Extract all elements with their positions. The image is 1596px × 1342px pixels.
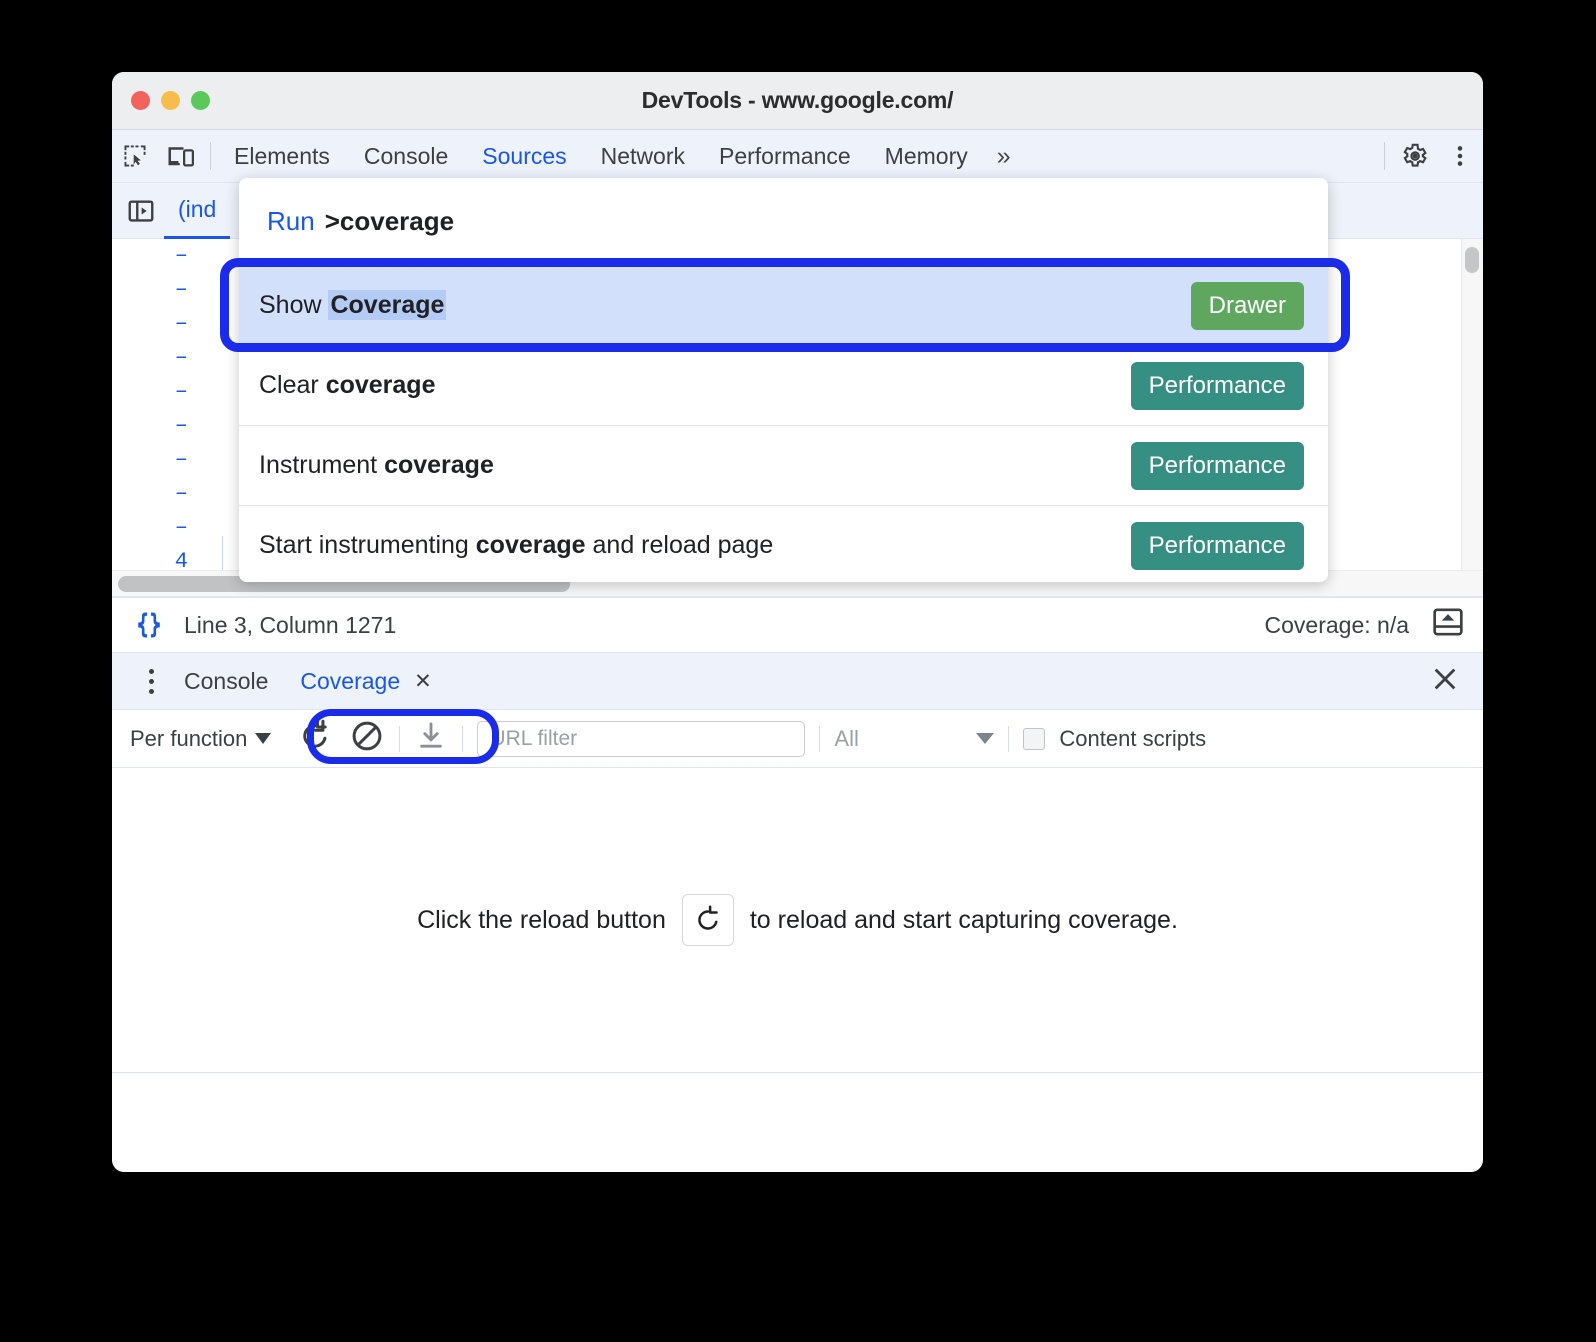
gutter-line: –	[174, 379, 188, 404]
coverage-empty-prefix: Click the reload button	[417, 905, 666, 934]
palette-row-label: Start instrumenting coverage and reload …	[259, 531, 773, 560]
palette-row-prefix: Instrument	[259, 451, 385, 479]
palette-row-match: coverage	[325, 371, 436, 399]
palette-row-match: coverage	[384, 451, 494, 479]
palette-row-match: coverage	[475, 531, 586, 559]
content-scripts-checkbox[interactable]	[1023, 727, 1046, 750]
coverage-empty-state: Click the reload button to reload and st…	[112, 768, 1483, 1073]
coverage-empty-message: Click the reload button to reload and st…	[417, 894, 1178, 946]
close-coverage-tab-icon[interactable]: ✕	[414, 669, 432, 694]
window-title: DevTools - www.google.com/	[641, 87, 954, 113]
gutter-line: –	[174, 413, 188, 438]
devtools-tab-bar: Elements Console Sources Network Perform…	[112, 130, 1483, 183]
screenshot-stage: DevTools - www.google.com/ Elements Cons…	[0, 0, 1596, 1342]
gutter-line: –	[174, 243, 188, 268]
content-scripts-label: Content scripts	[1059, 725, 1207, 751]
palette-row-label: Show Coverage	[259, 290, 447, 320]
status-bar-right: Coverage: n/a	[1265, 605, 1483, 645]
reload-icon[interactable]	[681, 894, 734, 946]
palette-row-prefix: Show	[259, 291, 329, 319]
chevron-down-icon	[976, 733, 995, 744]
coverage-type-filter-dropdown[interactable]: All	[834, 725, 995, 752]
toolbar-divider	[1008, 725, 1010, 752]
coverage-granularity-dropdown[interactable]: Per function	[130, 725, 272, 752]
window-title-bar: DevTools - www.google.com/	[112, 72, 1483, 130]
editor-vertical-scrollbar-track[interactable]	[1461, 239, 1483, 596]
tab-memory[interactable]: Memory	[868, 130, 985, 183]
palette-row-show-coverage[interactable]: Show Coverage Drawer	[239, 265, 1328, 345]
gutter-line: –	[174, 345, 188, 370]
coverage-toolbar: Per function URL filter All Content scri…	[112, 710, 1483, 768]
palette-row-prefix: Start instrumenting	[259, 531, 476, 559]
tab-console[interactable]: Console	[347, 130, 465, 183]
gutter-line: –	[174, 447, 188, 472]
tab-performance[interactable]: Performance	[702, 130, 868, 183]
palette-row-clear-coverage[interactable]: Clear coverage Performance	[239, 345, 1328, 425]
tab-network[interactable]: Network	[584, 130, 702, 183]
drawer-more-options-kebab-icon[interactable]	[134, 668, 168, 694]
editor-gutter: – – – – – – – – – 4 –	[112, 239, 202, 596]
drawer-tab-coverage[interactable]: Coverage ✕	[284, 653, 447, 710]
toolbar-divider	[462, 725, 464, 752]
coverage-export-icon[interactable]	[414, 719, 448, 759]
drawer-tab-coverage-label: Coverage	[300, 667, 401, 694]
coverage-url-filter-input[interactable]	[477, 720, 806, 757]
command-palette[interactable]: Run >coverage Show Coverage Drawer Clear…	[239, 178, 1328, 582]
coverage-clear-all-icon[interactable]	[349, 718, 385, 760]
coverage-status-text: Coverage: n/a	[1264, 611, 1409, 638]
content-scripts-checkbox-row[interactable]: Content scripts	[1023, 726, 1206, 752]
toolbar-divider	[819, 725, 821, 752]
coverage-granularity-label: Per function	[130, 725, 248, 751]
gutter-line: –	[174, 277, 188, 302]
palette-row-match: Coverage	[328, 290, 447, 320]
more-tabs-chevron-icon[interactable]: »	[985, 130, 1020, 183]
palette-row-start-instrumenting-coverage[interactable]: Start instrumenting coverage and reload …	[239, 505, 1328, 582]
chevron-down-icon	[255, 733, 272, 744]
tab-sources[interactable]: Sources	[465, 130, 583, 183]
settings-gear-icon[interactable]	[1391, 135, 1437, 177]
coverage-type-filter-value: All	[834, 725, 859, 751]
command-palette-query[interactable]: >coverage	[325, 206, 454, 237]
palette-row-badge: Performance	[1130, 521, 1304, 570]
close-drawer-icon[interactable]	[1429, 663, 1461, 700]
navigator-panel-icon[interactable]	[118, 190, 164, 232]
palette-row-suffix: and reload page	[585, 531, 774, 559]
palette-row-badge: Performance	[1130, 361, 1304, 410]
editor-vertical-scrollbar-thumb[interactable]	[1465, 247, 1479, 273]
command-palette-mode-label: Run	[267, 206, 315, 236]
toolbar-divider	[1384, 142, 1385, 170]
more-options-kebab-icon[interactable]	[1437, 135, 1483, 177]
device-toolbar-icon[interactable]	[158, 135, 204, 177]
coverage-empty-suffix: to reload and start capturing coverage.	[749, 905, 1178, 934]
palette-row-label: Instrument coverage	[259, 451, 494, 480]
cursor-position-text: Line 3, Column 1271	[184, 611, 397, 638]
inspect-element-icon[interactable]	[112, 135, 158, 177]
curly-braces-icon[interactable]	[132, 608, 166, 642]
gutter-line: –	[174, 481, 188, 506]
palette-row-badge: Drawer	[1190, 281, 1304, 330]
tab-elements[interactable]: Elements	[217, 130, 347, 183]
command-palette-header: Run >coverage	[239, 178, 1328, 265]
show-drawer-icon[interactable]	[1431, 605, 1465, 645]
gutter-line: –	[174, 311, 188, 336]
palette-row-badge: Performance	[1130, 441, 1304, 490]
command-palette-results: Show Coverage Drawer Clear coverage Perf…	[239, 265, 1328, 582]
editor-status-bar: Line 3, Column 1271 Coverage: n/a	[112, 597, 1483, 653]
tab-bar-right-actions	[1378, 135, 1483, 177]
coverage-footer	[112, 1073, 1483, 1114]
coverage-reload-icon[interactable]	[297, 718, 333, 760]
gutter-line: –	[174, 515, 188, 540]
drawer-tab-bar: Console Coverage ✕	[112, 653, 1483, 710]
toolbar-divider	[399, 725, 401, 752]
palette-row-prefix: Clear	[259, 371, 326, 399]
file-tab-index[interactable]: (ind	[164, 183, 231, 239]
drawer-tab-console[interactable]: Console	[168, 653, 284, 710]
palette-row-instrument-coverage[interactable]: Instrument coverage Performance	[239, 425, 1328, 505]
palette-row-label: Clear coverage	[259, 371, 435, 400]
toolbar-divider	[210, 142, 211, 170]
